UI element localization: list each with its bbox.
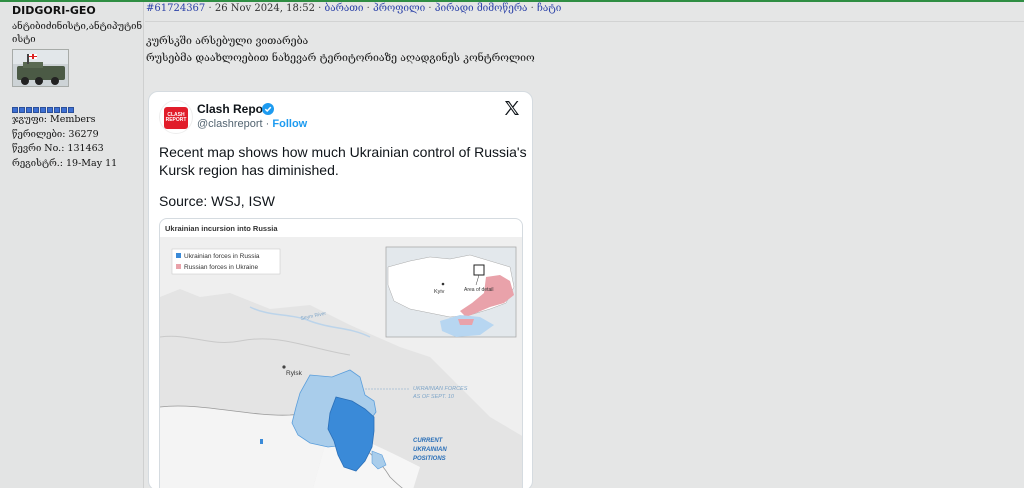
map-label-sept10-line1: UKRAINIAN FORCES	[413, 386, 468, 392]
map-label-current-line1: CURRENT	[413, 438, 444, 444]
map-label-sept10-line2: AS OF SEPT. 10	[412, 394, 455, 400]
map-label-current-line3: POSITIONS	[413, 456, 446, 462]
inset-map: Kyiv Area of detail	[385, 246, 517, 338]
inset-area-label: Area of detail	[464, 287, 493, 293]
tweet-text: Recent map shows how much Ukrainian cont…	[159, 144, 527, 178]
embedded-tweet[interactable]: CLASH REPORT Clash Report @clashreport ·…	[148, 91, 533, 488]
card-link[interactable]: ბარათი	[325, 3, 364, 14]
user-member-number: წევრი No.: 131463	[12, 143, 104, 154]
inset-kyiv-label: Kyiv	[434, 289, 445, 295]
post-date: 26 Nov 2024, 18:52	[214, 3, 315, 14]
tweet-avatar[interactable]: CLASH REPORT	[159, 100, 193, 134]
legend-russian: Russian forces in Ukraine	[184, 264, 258, 271]
private-message-link[interactable]: პირადი მიმოწერა	[435, 3, 528, 14]
user-registered: რეგისტრ.: 19-May 11	[12, 157, 118, 169]
follow-link[interactable]: Follow	[272, 118, 307, 130]
post-text-line-1: კურსკში არსებული ვითარება	[146, 35, 309, 47]
avatar[interactable]	[12, 49, 69, 87]
chat-link[interactable]: ჩატი	[537, 3, 561, 14]
kursk-map: Rylsk Seym River UKRAINIAN FORCES AS OF …	[160, 237, 522, 488]
post: #61724367 · 26 Nov 2024, 18:52 · ბარათი …	[145, 2, 1024, 488]
tweet-author-name[interactable]: Clash Report	[197, 102, 272, 116]
username[interactable]: DIDGORI-GEO	[12, 4, 143, 17]
legend-ukrainian: Ukrainian forces in Russia	[184, 253, 260, 260]
verified-badge-icon	[262, 103, 274, 115]
tweet-handle-row: @clashreport · Follow	[197, 118, 308, 130]
map-title: Ukrainian incursion into Russia	[165, 224, 278, 233]
tweet-map-image[interactable]: Ukrainian incursion into Russia Rylsk Se…	[159, 218, 523, 488]
post-header: #61724367 · 26 Nov 2024, 18:52 · ბარათი …	[145, 2, 1024, 22]
profile-link[interactable]: პროფილი	[373, 3, 425, 14]
post-text-line-2: რუსებმა დაახლოებით ნახევარ ტერიტორიაზე ა…	[146, 52, 535, 64]
tweet-avatar-logo: CLASH REPORT	[164, 107, 188, 129]
tweet-source: Source: WSJ, ISW	[159, 193, 275, 209]
user-group: ჯგუფი: Members	[12, 114, 96, 125]
map-city-label: Rylsk	[286, 370, 303, 377]
avatar-image	[13, 50, 68, 86]
user-post-count: წერილები: 36279	[12, 128, 99, 140]
user-title: ანტიბიძინისტი,ანტიპუტინ ისტი	[12, 21, 143, 45]
map-legend: Ukrainian forces in Russia Russian force…	[171, 248, 281, 275]
user-panel: DIDGORI-GEO ანტიბიძინისტი,ანტიპუტინ ისტი…	[0, 2, 144, 488]
post-id-link[interactable]: #61724367	[146, 3, 205, 14]
x-logo-icon[interactable]	[504, 100, 520, 116]
tweet-handle[interactable]: @clashreport	[197, 118, 263, 130]
map-label-current-line2: UKRAINIAN	[413, 447, 447, 453]
